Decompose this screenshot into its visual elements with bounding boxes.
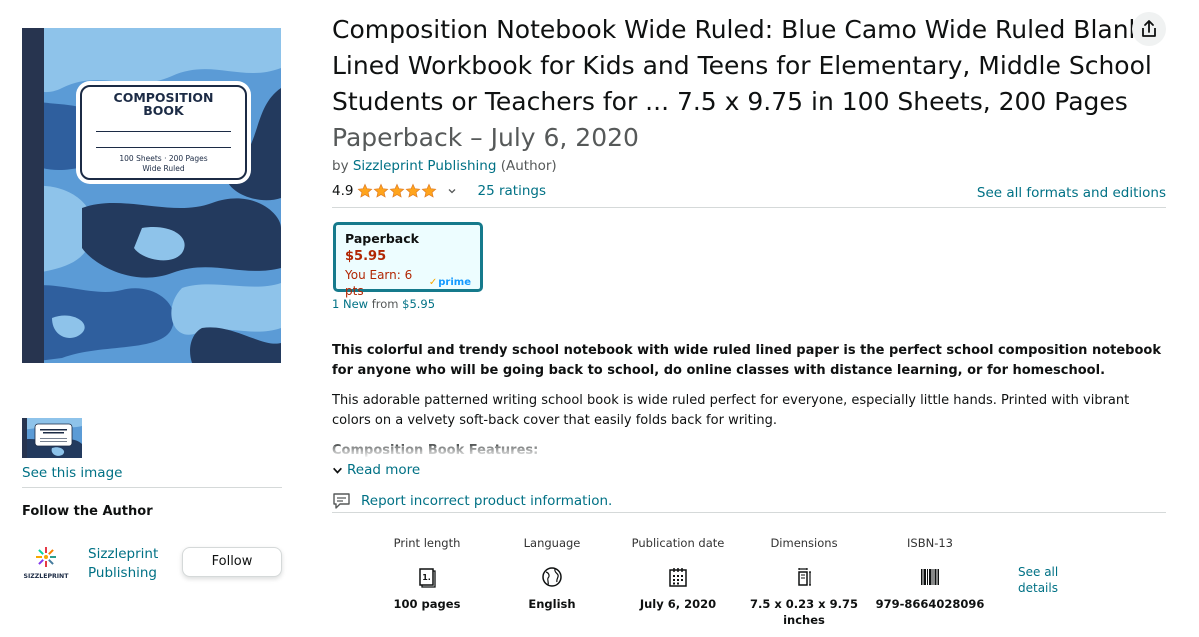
divider xyxy=(332,207,1166,208)
detail-label: Dimensions xyxy=(770,536,838,550)
globe-icon xyxy=(542,567,562,587)
dimensions-icon xyxy=(798,568,811,586)
detail-dimensions: Dimensions 7.5 x 0.23 x 9.75 inches xyxy=(734,536,874,628)
detail-value: 979-8664028096 xyxy=(875,597,985,611)
detail-label: Publication date xyxy=(631,536,725,550)
chevron-down-icon xyxy=(333,467,342,474)
cover-title: COMPOSITION BOOK xyxy=(82,91,245,117)
divider xyxy=(22,487,282,488)
detail-value: English xyxy=(528,597,576,611)
cover-sub-line-2: Wide Ruled xyxy=(142,164,185,173)
detail-label: ISBN-13 xyxy=(907,536,953,550)
book-cover-image[interactable]: COMPOSITION BOOK 100 Sheets · 200 Pages … xyxy=(22,28,281,363)
format-name: Paperback xyxy=(345,231,419,246)
detail-value: July 6, 2020 xyxy=(639,597,717,611)
see-all-formats-link[interactable]: See all formats and editions xyxy=(977,185,1166,201)
read-more-toggle[interactable]: Read more xyxy=(332,462,420,478)
rating-number: 4.9 xyxy=(332,183,354,199)
author-logo[interactable]: SIZZLEPRINT xyxy=(22,545,70,583)
prime-text: prime xyxy=(438,277,471,288)
ratings-count-link[interactable]: 25 ratings xyxy=(477,183,546,199)
binding-and-date: Paperback – July 6, 2020 xyxy=(332,123,639,152)
rating-row: 4.9 25 ratings xyxy=(332,182,546,200)
logo-wordmark: SIZZLEPRINT xyxy=(24,573,70,580)
cover-writing-line xyxy=(96,131,231,132)
detail-language: Language English xyxy=(482,536,622,612)
chevron-down-icon[interactable] xyxy=(447,186,457,196)
detail-value: 100 pages xyxy=(393,597,461,611)
description-paragraph: This adorable patterned writing school b… xyxy=(332,393,1130,428)
see-all-details-link[interactable]: See all details xyxy=(1018,564,1078,596)
points-earned: You Earn: 6 pts ✓ prime xyxy=(345,267,471,299)
cover-sub-line-1: 100 Sheets · 200 Pages xyxy=(119,154,208,163)
sizzleprint-logo-icon: SIZZLEPRINT xyxy=(24,547,70,580)
share-icon xyxy=(1142,20,1156,37)
book-pages-icon: 1. xyxy=(419,568,436,588)
byline: by Sizzleprint Publishing (Author) xyxy=(332,158,557,174)
divider xyxy=(332,512,1166,513)
cover-thumbnail[interactable] xyxy=(22,418,82,458)
detail-label: Print length xyxy=(393,536,461,550)
detail-print-length: Print length 1. 100 pages xyxy=(357,536,497,612)
star-icon xyxy=(358,183,373,198)
format-card-paperback[interactable]: Paperback $5.95 You Earn: 6 pts ✓ prime xyxy=(333,222,483,298)
description-fade xyxy=(332,446,932,458)
feedback-speech-bubble-icon xyxy=(333,493,350,509)
offers-from: from xyxy=(371,297,399,311)
star-icon xyxy=(422,183,437,198)
cover-title-line-2: BOOK xyxy=(143,103,184,118)
camo-pattern xyxy=(22,28,281,363)
read-more-label: Read more xyxy=(347,462,421,478)
see-this-image-link[interactable]: See this image xyxy=(22,465,122,481)
prime-badge: ✓ prime xyxy=(429,275,471,291)
star-icon xyxy=(390,183,405,198)
calendar-icon xyxy=(669,568,687,587)
report-link-text: Report incorrect product information. xyxy=(361,493,613,509)
star-icon xyxy=(406,183,421,198)
detail-isbn-13: ISBN-13 979-8664028096 xyxy=(860,536,1000,612)
report-incorrect-info[interactable]: Report incorrect product information. xyxy=(332,492,612,510)
description-lead: This colorful and trendy school notebook… xyxy=(332,343,1161,378)
follow-button[interactable]: Follow xyxy=(182,547,282,577)
share-button[interactable] xyxy=(1132,12,1166,46)
author-link[interactable]: Sizzleprint Publishing xyxy=(353,158,497,174)
cover-writing-line xyxy=(96,147,231,148)
detail-value: 7.5 x 0.23 x 9.75 inches xyxy=(750,597,858,627)
star-rating[interactable] xyxy=(357,183,437,199)
star-icon xyxy=(374,183,389,198)
barcode-icon xyxy=(921,569,939,585)
format-price: $5.95 xyxy=(345,249,387,264)
detail-label: Language xyxy=(523,536,581,550)
product-title: Composition Notebook Wide Ruled: Blue Ca… xyxy=(332,12,1162,156)
thumbnail-image xyxy=(22,418,82,458)
author-role: (Author) xyxy=(500,158,557,174)
product-title-text: Composition Notebook Wide Ruled: Blue Ca… xyxy=(332,15,1152,116)
cover-label: COMPOSITION BOOK 100 Sheets · 200 Pages … xyxy=(80,85,247,180)
cover-subtitle: 100 Sheets · 200 Pages Wide Ruled xyxy=(82,154,245,174)
follow-author-heading: Follow the Author xyxy=(22,504,153,519)
byline-prefix: by xyxy=(332,158,349,174)
new-offers-link[interactable]: 1 New xyxy=(332,297,368,311)
prime-check-icon: ✓ xyxy=(428,277,438,288)
points-text: You Earn: 6 pts xyxy=(345,268,413,298)
svg-text:1.: 1. xyxy=(422,573,431,582)
offers-line: 1 New from $5.95 xyxy=(332,297,435,311)
author-name-link[interactable]: Sizzleprint Publishing xyxy=(88,545,178,583)
detail-publication-date: Publication date July 6, 2020 xyxy=(608,536,748,612)
offers-price: $5.95 xyxy=(402,297,436,311)
